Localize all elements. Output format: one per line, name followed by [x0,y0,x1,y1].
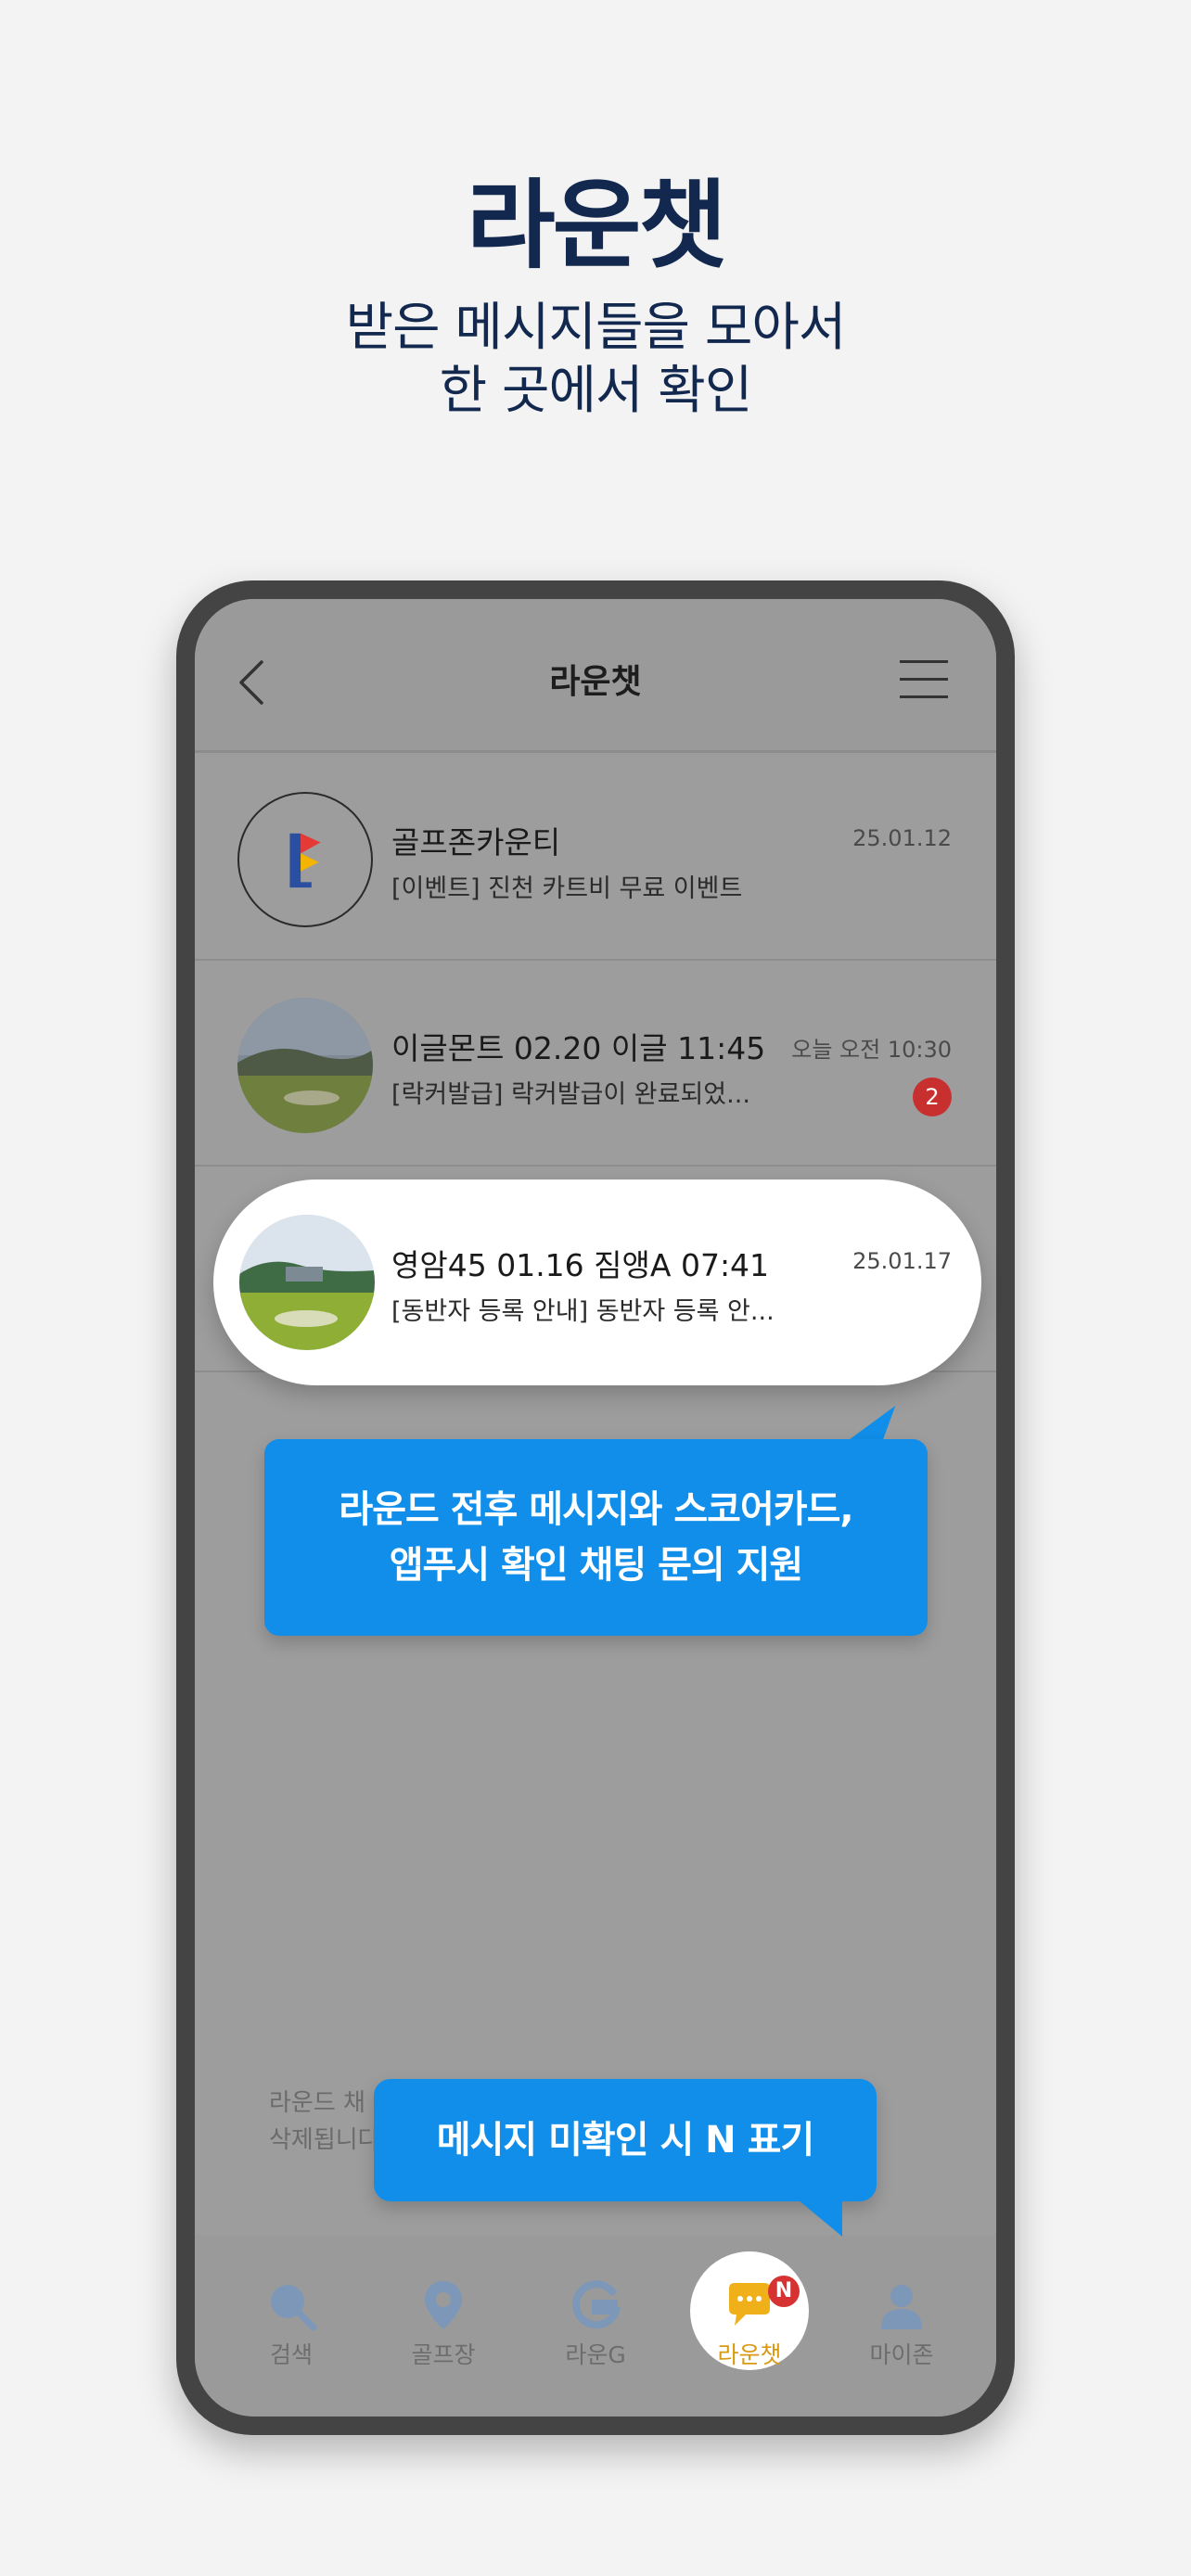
page-title: 라운챗 [549,663,642,701]
highlighted-chat-row[interactable]: 영암45 01.16 짐앵A 07:41 [동반자 등록 안내] 동반자 등록 … [213,1180,981,1385]
nav-item-roun-g[interactable]: 라운G [531,2277,660,2370]
hamburger-menu-icon[interactable] [900,660,948,699]
bottom-nav: 검색 골프장 라운G 라운챗 N 마이존 [195,2235,996,2417]
app-header: 라운챗 [195,599,996,753]
new-message-badge: N [768,2276,800,2307]
golf-course-photo [237,998,373,1133]
unread-marker-callout: 메시지 미확인 시 N 표기 [374,2079,877,2201]
nav-label: 마이존 [869,2341,934,2368]
chat-row-eaglemont[interactable]: 이글몬트 02.20 이글 11:45 [락커발급] 락커발급이 완료되었...… [195,961,996,1167]
chat-name: 영암45 01.16 짐앵A 07:41 [391,1247,770,1283]
nav-item-golf-course[interactable]: 골프장 [378,2277,508,2370]
promo-page: 라운챗 받은 메시지들을 모아서 한 곳에서 확인 라운챗 골프존카운티 [이벤… [0,0,1191,2576]
chat-timestamp: 오늘 오전 10:30 [791,1037,952,1063]
nav-label: 라운G [565,2341,626,2368]
promo-title: 라운챗 [466,169,727,282]
g-logo-icon [572,2280,621,2329]
unread-count-badge: 2 [913,1078,952,1116]
user-icon [881,2285,922,2329]
promo-subtitle-line2: 한 곳에서 확인 [439,361,753,421]
map-pin-icon [425,2281,462,2329]
nav-label: 골프장 [411,2341,476,2368]
chat-preview: [동반자 등록 안내] 동반자 등록 안... [391,1297,775,1326]
chat-name: 이글몬트 02.20 이글 11:45 [391,1030,766,1066]
golfzon-county-logo [237,792,373,927]
chat-row-golfzon-county[interactable]: 골프존카운티 [이벤트] 진천 카트비 무료 이벤트 25.01.12 [195,755,996,961]
callout-tail [798,2200,842,2237]
nav-item-my-zone[interactable]: 마이존 [837,2277,967,2370]
chat-support-callout: 라운드 전후 메시지와 스코어카드, 앱푸시 확인 채팅 문의 지원 [264,1439,928,1636]
nav-label: 검색 [269,2341,313,2368]
chat-timestamp: 25.01.17 [852,1248,952,1274]
chat-name: 골프존카운티 [391,824,561,861]
chat-preview: [이벤트] 진천 카트비 무료 이벤트 [391,874,743,903]
search-icon [271,2285,317,2331]
callout-line2: 앱푸시 확인 채팅 문의 지원 [389,1544,804,1587]
chat-timestamp: 25.01.12 [852,825,952,851]
chat-preview: [락커발급] 락커발급이 완료되었... [391,1080,750,1109]
golf-course-photo [239,1215,375,1350]
callout-line1: 라운드 전후 메시지와 스코어카드, [339,1488,853,1531]
nav-label: 라운챗 [717,2341,782,2368]
nav-item-search[interactable]: 검색 [226,2277,356,2370]
